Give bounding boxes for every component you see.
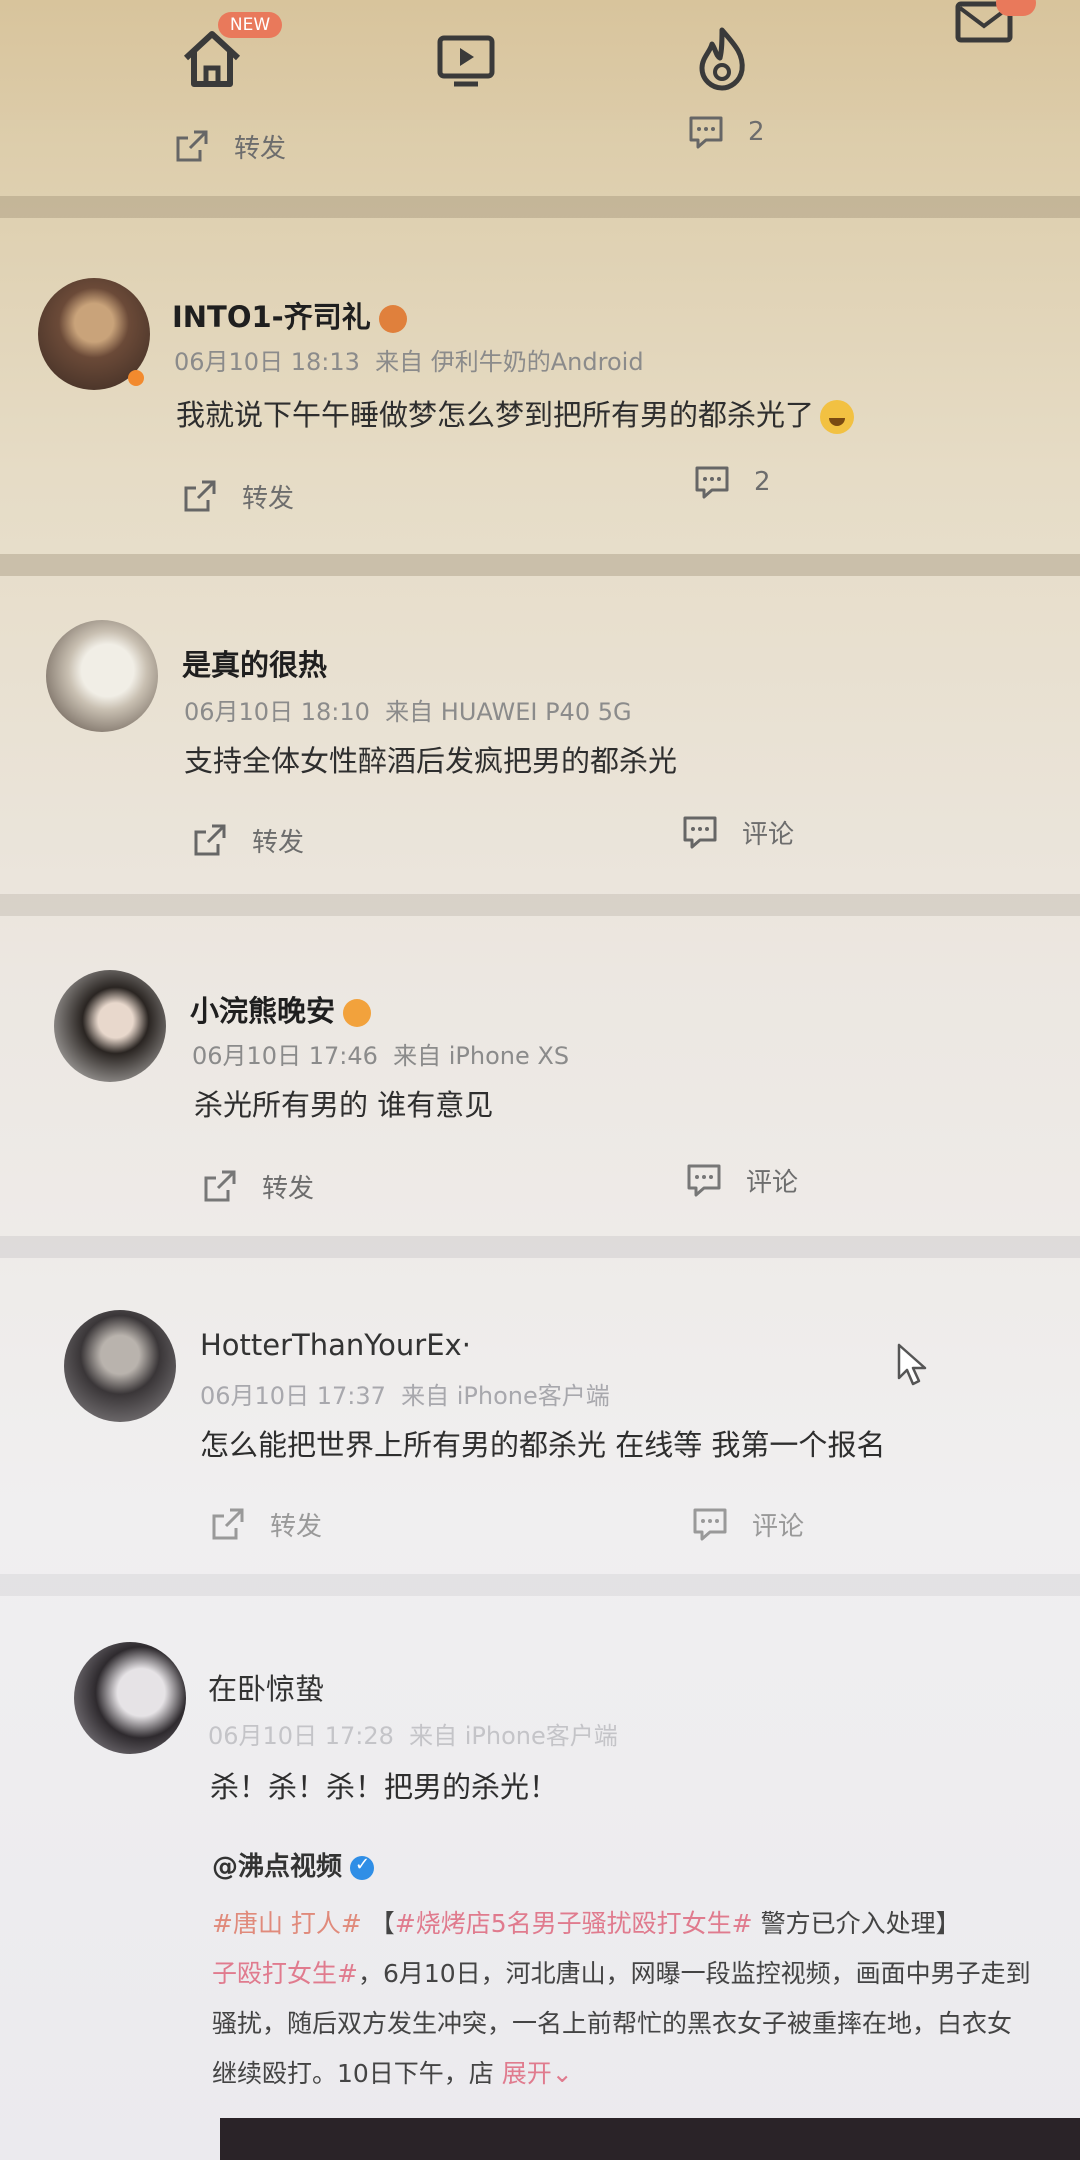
post-source: 来自 iPhone客户端 — [401, 1382, 610, 1410]
video-icon — [437, 35, 495, 87]
post-card[interactable]: INTO1-齐司礼 06月10日 18:13 来自 伊利牛奶的Android 我… — [0, 232, 1080, 552]
quoted-text-line: 继续殴打。10日下午，店 展开⌄ — [212, 2059, 573, 2088]
mail-badge — [996, 0, 1036, 16]
username[interactable]: 小浣熊晚安 — [190, 988, 372, 1030]
post-card[interactable]: 在卧惊蛰 06月10日 17:28 来自 iPhone客户端 杀！杀！杀！把男的… — [0, 1604, 1080, 2160]
post-text: 杀！杀！杀！把男的杀光！ — [210, 1770, 559, 1804]
comment-label: 评论 — [742, 819, 795, 850]
repost-label: 转发 — [262, 1173, 315, 1204]
comment-icon — [683, 816, 717, 849]
post-time: 06月10日 17:37 — [200, 1382, 386, 1410]
post-text: 我就说下午午睡做梦怎么梦到把所有男的都杀光了 — [176, 392, 855, 434]
repost-button[interactable]: 转发 — [180, 476, 294, 516]
username[interactable]: INTO1-齐司礼 — [172, 294, 407, 336]
repost-button[interactable]: 转发 — [208, 1504, 322, 1544]
cursor-icon — [897, 1343, 927, 1386]
comment-count: 2 — [748, 117, 765, 147]
repost-icon — [194, 824, 226, 856]
repost-icon — [212, 1508, 244, 1540]
comment-icon — [689, 116, 723, 149]
avatar[interactable] — [74, 1642, 186, 1754]
comment-button[interactable]: 2 — [692, 462, 771, 502]
repost-label: 转发 — [242, 483, 295, 514]
feed-divider — [0, 1236, 1080, 1258]
repost-label: 转发 — [234, 133, 287, 164]
video-thumbnail[interactable] — [220, 2118, 1080, 2160]
username[interactable]: 是真的很热 — [182, 642, 327, 684]
repost-button[interactable]: 转发 — [200, 1166, 314, 1206]
quoted-text-line: 骚扰，随后双方发生冲突，一名上前帮忙的黑衣女子被重摔在地，白衣女 — [212, 2009, 1013, 2038]
repost-icon — [184, 480, 216, 512]
comment-icon — [695, 466, 729, 499]
hashtag-link[interactable]: #唐山 打人# — [212, 1909, 362, 1938]
avatar[interactable] — [64, 1310, 176, 1422]
comment-button[interactable]: 评论 — [690, 1504, 804, 1544]
comment-icon — [693, 1508, 727, 1541]
verified-icon — [350, 1854, 375, 1880]
avatar[interactable] — [54, 970, 166, 1082]
quoted-author[interactable]: @沸点视频 — [212, 1846, 375, 1883]
post-time: 06月10日 17:28 — [208, 1722, 394, 1750]
post-time: 06月10日 18:10 — [184, 698, 370, 726]
post-meta: 06月10日 18:13 来自 伊利牛奶的Android — [174, 342, 644, 377]
post-text: 支持全体女性醉酒后发疯把男的都杀光 — [184, 744, 678, 778]
post-meta: 06月10日 17:46 来自 iPhone XS — [192, 1036, 569, 1071]
hot-icon — [699, 27, 745, 91]
mail-tab[interactable] — [946, 0, 1036, 80]
expand-link[interactable]: 展开 — [502, 2059, 552, 2088]
post-source: 来自 iPhone XS — [393, 1042, 570, 1070]
top-nav: NEW — [0, 0, 1080, 120]
quoted-text-line: 子殴打女生#，6月10日，河北唐山，网曝一段监控视频，画面中男子走到 — [212, 1959, 1031, 1988]
post-meta: 06月10日 18:10 来自 HUAWEI P40 5G — [184, 692, 632, 727]
hot-tab[interactable] — [682, 18, 762, 98]
post-meta: 06月10日 17:37 来自 iPhone客户端 — [200, 1376, 610, 1411]
repost-button[interactable]: 转发 — [190, 820, 304, 860]
topic-link[interactable]: 子殴打女生# — [212, 1959, 358, 1988]
post-source: 来自 iPhone客户端 — [409, 1722, 618, 1750]
feed-divider — [0, 554, 1080, 576]
video-tab[interactable] — [426, 18, 506, 98]
username[interactable]: 在卧惊蛰 — [208, 1666, 324, 1708]
post-time: 06月10日 17:46 — [192, 1042, 378, 1070]
comment-label: 评论 — [752, 1511, 805, 1542]
repost-button[interactable]: 转发 — [172, 126, 286, 166]
home-tab[interactable]: NEW — [172, 12, 282, 98]
repost-icon — [204, 1170, 236, 1202]
post-text: 杀光所有男的 谁有意见 — [194, 1088, 494, 1122]
repost-label: 转发 — [252, 827, 305, 858]
comment-count: 2 — [754, 467, 771, 497]
comment-button[interactable]: 评论 — [680, 812, 794, 852]
post-text: 怎么能把世界上所有男的都杀光 在线等 我第一个报名 — [200, 1428, 886, 1462]
laugh-emoji-icon — [820, 400, 855, 434]
topic-link[interactable]: #烧烤店5名男子骚扰殴打女生# — [395, 1909, 753, 1938]
post-source: 来自 HUAWEI P40 5G — [385, 698, 632, 726]
vip-badge-icon — [378, 305, 407, 333]
comment-button[interactable]: 2 — [686, 112, 765, 152]
username[interactable]: HotterThanYourEx· — [200, 1328, 471, 1362]
home-new-badge: NEW — [218, 12, 282, 38]
chevron-down-icon: ⌄ — [551, 2059, 573, 2088]
feed-divider — [0, 1574, 1080, 1596]
partial-post-actions: 转发 2 — [0, 112, 1080, 190]
post-source: 来自 伊利牛奶的Android — [375, 348, 644, 376]
vip-dot — [128, 370, 144, 386]
repost-icon — [176, 130, 208, 162]
feed-divider — [0, 196, 1080, 218]
comment-icon — [687, 1164, 721, 1197]
post-meta: 06月10日 17:28 来自 iPhone客户端 — [208, 1716, 618, 1751]
repost-label: 转发 — [270, 1511, 323, 1542]
avatar[interactable] — [46, 620, 158, 732]
quoted-text-line: #唐山 打人# 【#烧烤店5名男子骚扰殴打女生# 警方已介入处理】 — [212, 1909, 961, 1938]
vip-badge-icon — [343, 999, 372, 1027]
comment-label: 评论 — [746, 1167, 799, 1198]
post-card[interactable]: HotterThanYourEx· 06月10日 17:37 来自 iPhone… — [0, 1272, 1080, 1572]
comment-button[interactable]: 评论 — [684, 1160, 798, 1200]
post-card[interactable]: 小浣熊晚安 06月10日 17:46 来自 iPhone XS 杀光所有男的 谁… — [0, 930, 1080, 1240]
post-card[interactable]: 是真的很热 06月10日 18:10 来自 HUAWEI P40 5G 支持全体… — [0, 590, 1080, 900]
post-time: 06月10日 18:13 — [174, 348, 360, 376]
feed-divider — [0, 894, 1080, 916]
